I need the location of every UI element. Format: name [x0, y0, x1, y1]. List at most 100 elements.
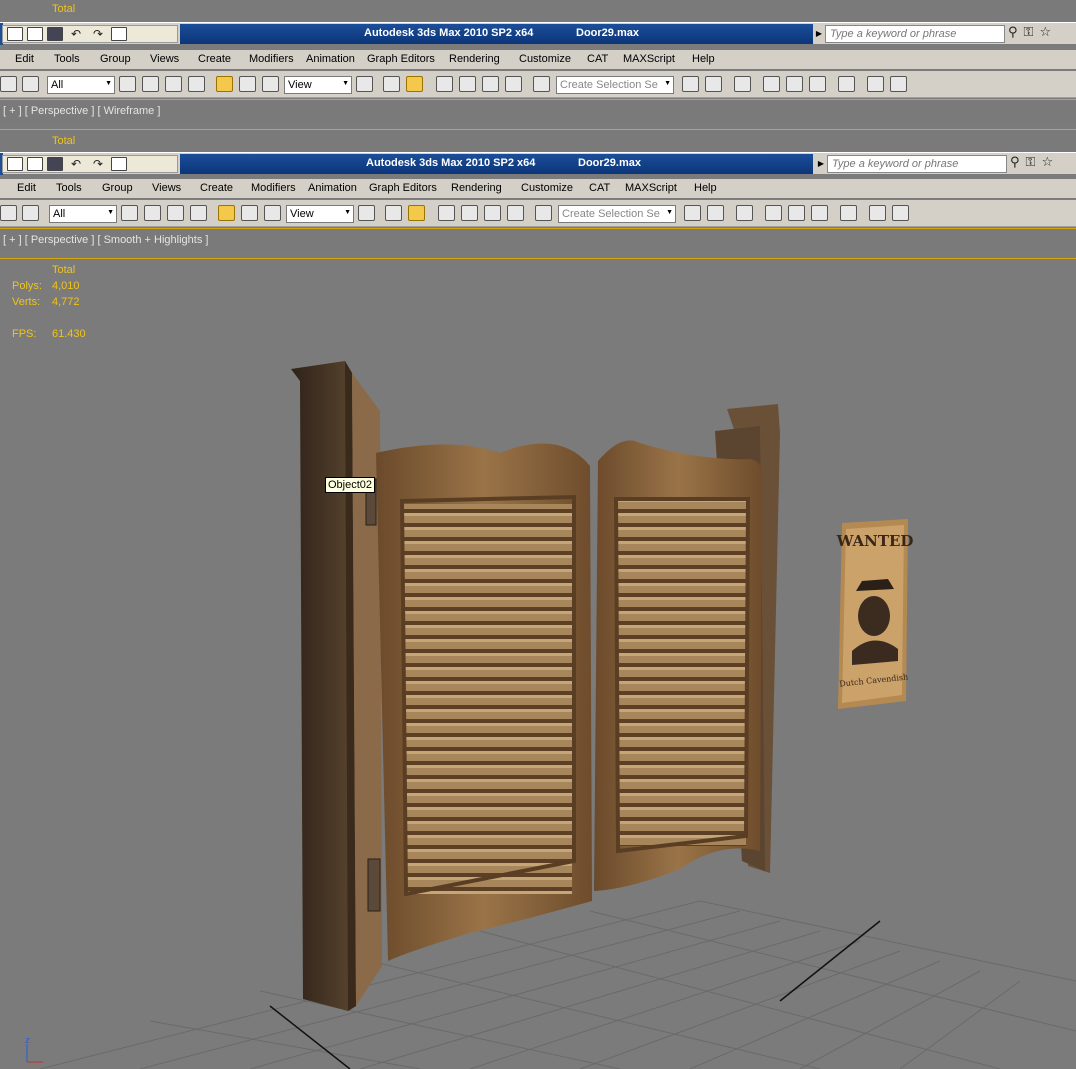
- named-selection-dropdown[interactable]: Create Selection Se: [556, 76, 674, 94]
- saloon-door-right[interactable]: [594, 440, 762, 891]
- selection-filter-dropdown[interactable]: All: [49, 205, 117, 223]
- scale-icon[interactable]: [264, 205, 281, 221]
- select-by-name-icon[interactable]: [144, 205, 161, 221]
- mirror-icon[interactable]: [684, 205, 701, 221]
- search-input[interactable]: Type a keyword or phrase: [825, 25, 1005, 43]
- key-icon[interactable]: ⚿: [1024, 25, 1034, 40]
- render-production-icon[interactable]: [890, 76, 907, 92]
- layer-manager-icon[interactable]: [734, 76, 751, 92]
- undo-icon[interactable]: ↶: [67, 27, 85, 41]
- menu-graph-editors[interactable]: Graph Editors: [369, 182, 437, 194]
- snaps-toggle-icon[interactable]: [438, 205, 455, 221]
- menu-maxscript[interactable]: MAXScript: [623, 53, 675, 65]
- menu-help[interactable]: Help: [694, 182, 717, 194]
- menu-tools[interactable]: Tools: [54, 53, 80, 65]
- menu-modifiers[interactable]: Modifiers: [251, 182, 296, 194]
- undo-icon[interactable]: ↶: [67, 157, 85, 171]
- binoculars-icon[interactable]: ⚲: [1008, 25, 1018, 40]
- keyboard-shortcut-override-icon[interactable]: [406, 76, 423, 92]
- bind-space-warp-icon[interactable]: [22, 205, 39, 221]
- pivot-center-icon[interactable]: [356, 76, 373, 92]
- scale-icon[interactable]: [262, 76, 279, 92]
- angle-snap-icon[interactable]: [461, 205, 478, 221]
- move-icon[interactable]: [218, 205, 235, 221]
- curve-editor-icon[interactable]: [786, 76, 803, 92]
- search-expand-icon[interactable]: ▶: [816, 155, 826, 173]
- bind-space-warp-icon[interactable]: [22, 76, 39, 92]
- reference-coord-dropdown[interactable]: View: [284, 76, 352, 94]
- rotate-icon[interactable]: [241, 205, 258, 221]
- binoculars-icon[interactable]: ⚲: [1010, 155, 1020, 170]
- align-icon[interactable]: [705, 76, 722, 92]
- selection-filter-dropdown[interactable]: All: [47, 76, 115, 94]
- layer-manager-icon[interactable]: [736, 205, 753, 221]
- menu-help[interactable]: Help: [692, 53, 715, 65]
- material-editor-icon[interactable]: [838, 76, 855, 92]
- schematic-view-icon[interactable]: [809, 76, 826, 92]
- open-file-icon[interactable]: [27, 157, 43, 171]
- search-input[interactable]: Type a keyword or phrase: [827, 155, 1007, 173]
- save-icon[interactable]: [47, 157, 63, 171]
- rotate-icon[interactable]: [239, 76, 256, 92]
- saloon-door-left[interactable]: [376, 443, 592, 961]
- edit-named-selection-icon[interactable]: [533, 76, 550, 92]
- menu-animation[interactable]: Animation: [306, 53, 355, 65]
- menu-views[interactable]: Views: [150, 53, 179, 65]
- menu-rendering[interactable]: Rendering: [451, 182, 502, 194]
- mirror-icon[interactable]: [682, 76, 699, 92]
- menu-edit[interactable]: Edit: [17, 182, 36, 194]
- menu-customize[interactable]: Customize: [521, 182, 573, 194]
- project-folder-icon[interactable]: [111, 157, 127, 171]
- door-frame-left[interactable]: [291, 361, 382, 1011]
- render-production-icon[interactable]: [892, 205, 909, 221]
- menu-animation[interactable]: Animation: [308, 182, 357, 194]
- menu-create[interactable]: Create: [200, 182, 233, 194]
- redo-icon[interactable]: ↷: [89, 157, 107, 171]
- named-selection-dropdown[interactable]: Create Selection Se: [558, 205, 676, 223]
- pivot-center-icon[interactable]: [358, 205, 375, 221]
- project-folder-icon[interactable]: [111, 27, 127, 41]
- rectangular-selection-icon[interactable]: [167, 205, 184, 221]
- menu-customize[interactable]: Customize: [519, 53, 571, 65]
- rectangular-selection-icon[interactable]: [165, 76, 182, 92]
- key-icon[interactable]: ⚿: [1026, 155, 1036, 170]
- menu-modifiers[interactable]: Modifiers: [249, 53, 294, 65]
- spinner-snap-icon[interactable]: [507, 205, 524, 221]
- menu-group[interactable]: Group: [102, 182, 133, 194]
- star-icon[interactable]: ☆: [1041, 155, 1053, 170]
- render-setup-icon[interactable]: [869, 205, 886, 221]
- wanted-poster[interactable]: WANTED Dutch Cavendish: [836, 519, 914, 709]
- graphite-toggle-icon[interactable]: [765, 205, 782, 221]
- menu-edit[interactable]: Edit: [15, 53, 34, 65]
- new-file-icon[interactable]: [7, 157, 23, 171]
- spinner-snap-icon[interactable]: [505, 76, 522, 92]
- curve-editor-icon[interactable]: [788, 205, 805, 221]
- star-icon[interactable]: ☆: [1039, 25, 1051, 40]
- redo-icon[interactable]: ↷: [89, 27, 107, 41]
- menu-create[interactable]: Create: [198, 53, 231, 65]
- menu-cat[interactable]: CAT: [589, 182, 610, 194]
- select-by-name-icon[interactable]: [142, 76, 159, 92]
- schematic-view-icon[interactable]: [811, 205, 828, 221]
- select-object-icon[interactable]: [121, 205, 138, 221]
- material-editor-icon[interactable]: [840, 205, 857, 221]
- viewport-label-main[interactable]: [ + ] [ Perspective ] [ Smooth + Highlig…: [0, 230, 1076, 252]
- menu-graph-editors[interactable]: Graph Editors: [367, 53, 435, 65]
- perspective-viewport[interactable]: WANTED Dutch Cavendish Total Polys: 4,01…: [0, 261, 1076, 1069]
- menu-rendering[interactable]: Rendering: [449, 53, 500, 65]
- window-crossing-icon[interactable]: [188, 76, 205, 92]
- link-icon[interactable]: [0, 76, 17, 92]
- select-manipulate-icon[interactable]: [383, 76, 400, 92]
- new-file-icon[interactable]: [7, 27, 23, 41]
- move-icon[interactable]: [216, 76, 233, 92]
- percent-snap-icon[interactable]: [482, 76, 499, 92]
- select-manipulate-icon[interactable]: [385, 205, 402, 221]
- edit-named-selection-icon[interactable]: [535, 205, 552, 221]
- link-icon[interactable]: [0, 205, 17, 221]
- reference-coord-dropdown[interactable]: View: [286, 205, 354, 223]
- align-icon[interactable]: [707, 205, 724, 221]
- search-expand-icon[interactable]: ▶: [814, 25, 824, 43]
- menu-cat[interactable]: CAT: [587, 53, 608, 65]
- keyboard-shortcut-override-icon[interactable]: [408, 205, 425, 221]
- save-icon[interactable]: [47, 27, 63, 41]
